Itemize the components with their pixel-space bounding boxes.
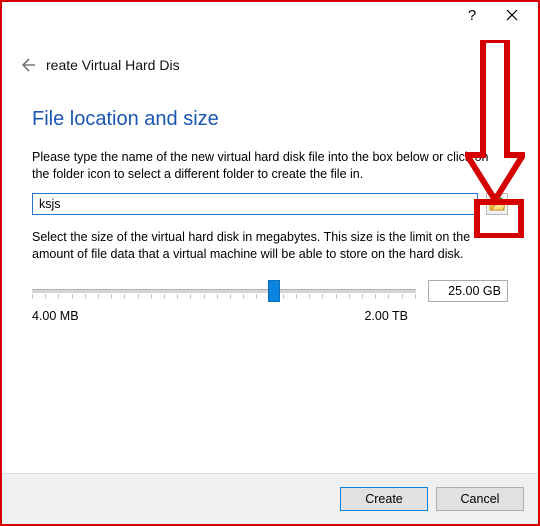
back-arrow-icon bbox=[19, 57, 35, 73]
close-icon bbox=[506, 9, 518, 21]
titlebar: ? bbox=[2, 2, 538, 28]
slider-ticks bbox=[32, 294, 416, 300]
slider-range-labels: 4.00 MB 2.00 TB bbox=[32, 309, 508, 323]
help-button[interactable]: ? bbox=[452, 2, 492, 28]
dialog-window: ? reate Virtual Hard Dis File location a… bbox=[0, 0, 540, 526]
cancel-button[interactable]: Cancel bbox=[436, 487, 524, 511]
size-value-box[interactable] bbox=[428, 280, 508, 302]
header-row: reate Virtual Hard Dis bbox=[2, 50, 538, 80]
wizard-title: reate Virtual Hard Dis bbox=[46, 57, 180, 73]
footer: Create Cancel bbox=[2, 473, 538, 524]
page-heading: File location and size bbox=[32, 108, 538, 131]
body: Please type the name of the new virtual … bbox=[2, 149, 538, 323]
slider-min-label: 4.00 MB bbox=[32, 309, 79, 323]
file-path-input[interactable] bbox=[32, 193, 478, 215]
size-slider-row bbox=[32, 277, 508, 305]
size-slider[interactable] bbox=[32, 277, 416, 305]
create-button[interactable]: Create bbox=[340, 487, 428, 511]
folder-icon bbox=[489, 197, 505, 211]
file-row bbox=[32, 193, 508, 215]
slider-thumb[interactable] bbox=[268, 280, 280, 302]
slider-track bbox=[32, 289, 416, 293]
size-hint-text: Select the size of the virtual hard disk… bbox=[32, 229, 508, 263]
file-hint-text: Please type the name of the new virtual … bbox=[32, 149, 508, 183]
close-button[interactable] bbox=[492, 2, 532, 28]
browse-folder-button[interactable] bbox=[486, 193, 508, 215]
slider-max-label: 2.00 TB bbox=[364, 309, 408, 323]
back-button[interactable] bbox=[18, 56, 36, 74]
